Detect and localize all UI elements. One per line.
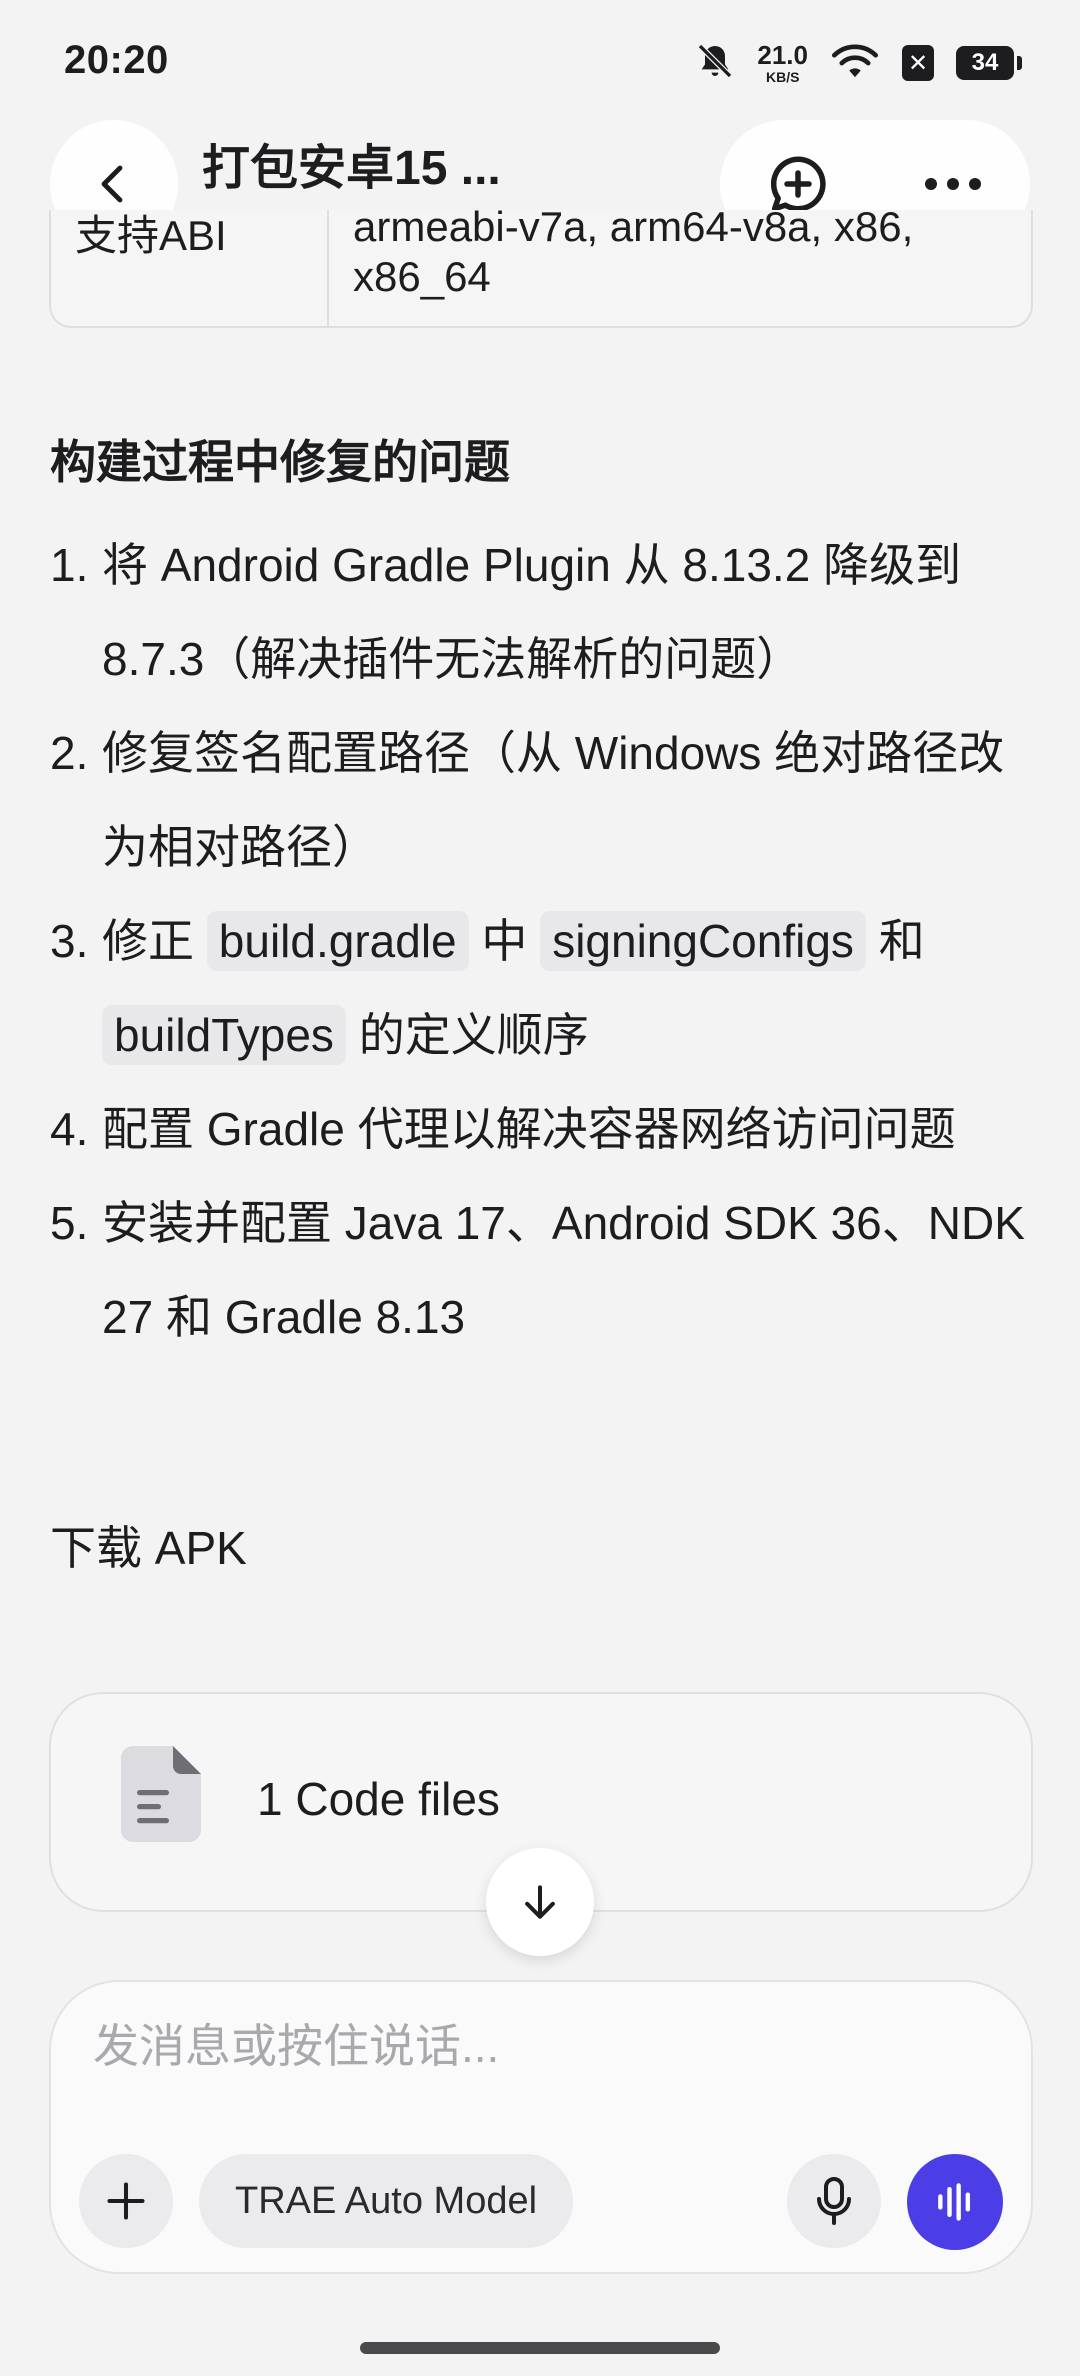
list-item: 4. 配置 Gradle 代理以解决容器网络访问问题 (50, 1103, 956, 1155)
list-item: 3. 修正 build.gradle 中 signingConfigs 和 bu… (50, 894, 1040, 1082)
microphone-button[interactable] (787, 2154, 881, 2248)
composer: TRAE Auto Model (49, 1980, 1033, 2274)
table-divider (327, 210, 329, 326)
chat-title[interactable]: 打包安卓15 ... (202, 128, 501, 198)
home-indicator[interactable] (360, 2342, 720, 2354)
net-speed: 21.0 KB/S (757, 40, 808, 85)
status-bar: 20:20 21.0 KB/S ✕ 34 (0, 0, 1080, 120)
list-item: 1. 将 Android Gradle Plugin 从 8.13.2 降级到 … (50, 539, 962, 685)
voice-wave-icon (938, 2183, 971, 2221)
more-icon (924, 178, 981, 190)
abi-label: 支持ABI (75, 212, 227, 259)
bell-muted-icon (695, 41, 735, 86)
status-icons: 21.0 KB/S ✕ 34 (695, 40, 1022, 86)
inline-code: build.gradle (206, 911, 469, 971)
file-card-label: 1 Code files (257, 1773, 500, 1825)
status-time: 20:20 (64, 38, 169, 82)
add-button[interactable] (79, 2154, 173, 2248)
abi-value: armeabi-v7a, arm64-v8a, x86, x86_64 (353, 210, 914, 300)
document-icon (121, 1746, 201, 1842)
battery-icon: 34 (956, 46, 1022, 80)
voice-mode-button[interactable] (907, 2154, 1003, 2250)
microphone-icon (817, 2177, 851, 2225)
list-item: 5. 安装并配置 Java 17、Android SDK 36、NDK 27 和… (50, 1197, 1025, 1343)
section-heading: 构建过程中修复的问题 (50, 436, 510, 488)
wifi-icon (830, 41, 880, 86)
download-apk-text: 下载 APK (50, 1522, 247, 1574)
inline-code: signingConfigs (540, 911, 866, 971)
back-icon (101, 165, 123, 203)
list-item: 2. 修复签名配置路径（从 Windows 绝对路径改为相对路径） (50, 727, 1005, 873)
model-selector[interactable]: TRAE Auto Model (199, 2154, 574, 2248)
abi-table: 支持ABI armeabi-v7a, arm64-v8a, x86, x86_6… (49, 210, 1033, 328)
plus-icon (107, 2182, 145, 2220)
arrow-down-icon (525, 1885, 555, 1919)
inline-code: buildTypes (102, 1005, 346, 1065)
new-chat-icon (770, 156, 826, 212)
scroll-down-button[interactable] (486, 1848, 594, 1956)
message-input[interactable] (91, 2018, 975, 2074)
fix-list: 1. 将 Android Gradle Plugin 从 8.13.2 降级到 … (50, 518, 1040, 1364)
sim-x-icon: ✕ (902, 45, 934, 81)
